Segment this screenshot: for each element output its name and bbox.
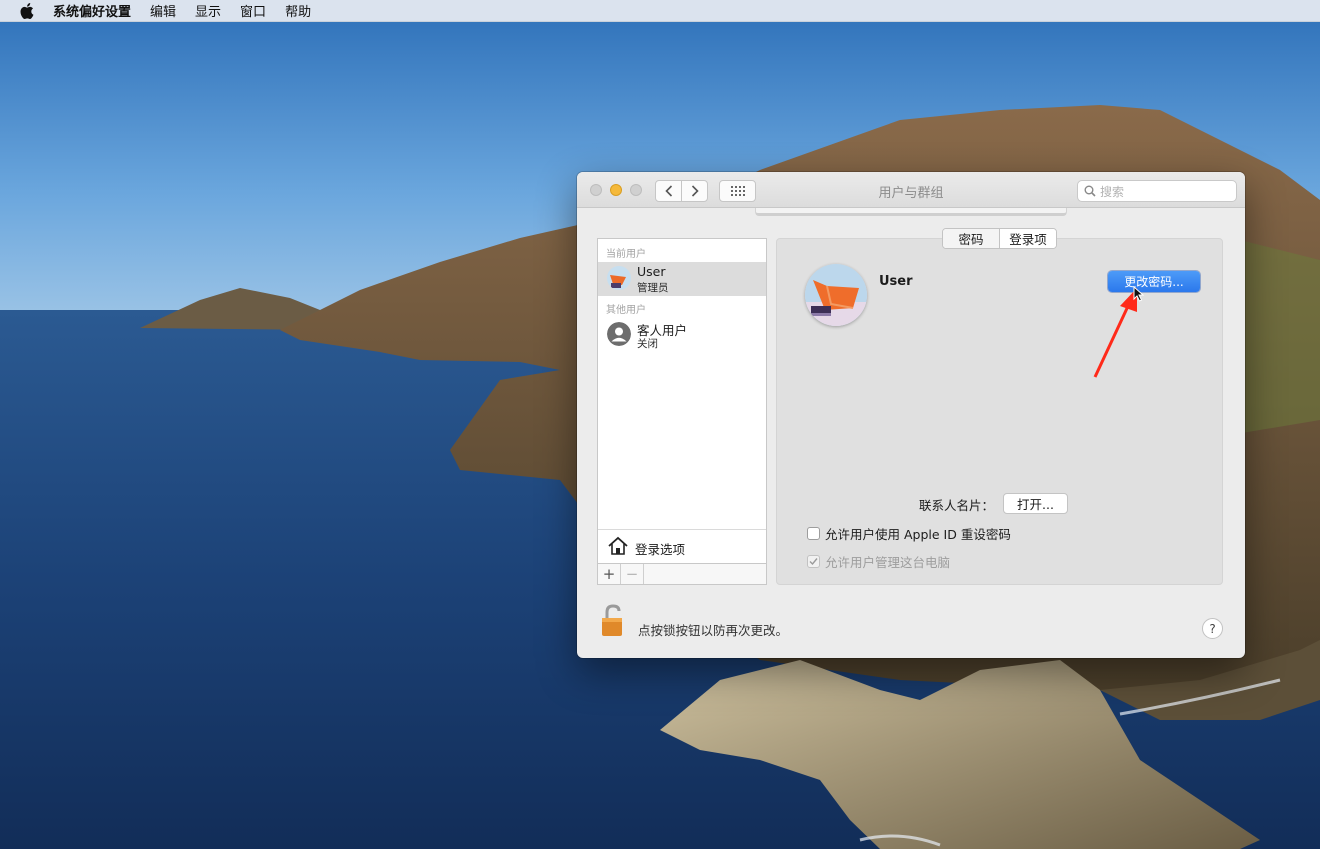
apple-logo-icon[interactable] (20, 2, 36, 19)
menu-edit[interactable]: 编辑 (150, 1, 176, 20)
close-button[interactable] (590, 184, 602, 196)
lock-icon[interactable] (599, 604, 627, 642)
search-placeholder: 搜索 (1100, 184, 1125, 199)
user-list: 当前用户 User 管理员 其他用户 客人用户 关闭 登录选项 + − (597, 238, 767, 585)
help-button[interactable]: ? (1202, 618, 1223, 639)
menu-bar: 系统偏好设置 编辑 显示 窗口 帮助 (0, 0, 1320, 22)
tab-password[interactable]: 密码 (943, 229, 1000, 248)
user-name: User (637, 264, 666, 279)
current-users-label: 当前用户 (606, 249, 646, 260)
zoom-button[interactable] (630, 184, 642, 196)
other-users-label: 其他用户 (606, 305, 646, 316)
search-input[interactable]: 搜索 (1077, 180, 1237, 202)
user-picture[interactable] (805, 264, 867, 326)
back-button[interactable] (655, 180, 682, 202)
title-bar: 用户与群组 搜索 (577, 172, 1245, 208)
tab-login-items[interactable]: 登录项 (1000, 229, 1056, 248)
mouse-cursor-icon (1133, 286, 1145, 302)
minimize-button[interactable] (610, 184, 622, 196)
menu-app-name[interactable]: 系统偏好设置 (53, 1, 131, 20)
apple-id-reset-label: 允许用户使用 Apple ID 重设密码 (825, 527, 1011, 542)
user-role: 管理员 (637, 282, 669, 294)
login-options-item[interactable]: 登录选项 (598, 529, 766, 563)
sheet-edge (755, 208, 1067, 216)
apple-id-reset-row[interactable]: 允许用户使用 Apple ID 重设密码 (807, 524, 1011, 543)
guest-avatar-icon (607, 322, 631, 346)
lock-hint-text: 点按锁按钮以防再次更改。 (638, 623, 789, 638)
guest-status: 关闭 (637, 338, 658, 350)
menu-view[interactable]: 显示 (195, 1, 221, 20)
user-row-guest[interactable]: 客人用户 关闭 (598, 318, 766, 352)
show-all-button[interactable] (719, 180, 756, 202)
checkmark-icon (809, 558, 818, 566)
users-and-groups-window: 用户与群组 搜索 当前用户 User 管理员 其他用户 客人用户 关闭 登录选项… (577, 172, 1245, 658)
allow-admin-checkbox (807, 555, 820, 568)
chevron-right-icon (691, 185, 699, 197)
user-row-current[interactable]: User 管理员 (598, 262, 766, 296)
open-contact-card-button[interactable]: 打开... (1003, 493, 1068, 514)
login-options-label: 登录选项 (635, 542, 686, 557)
house-icon (608, 536, 628, 555)
contact-card-label: 联系人名片： (919, 498, 995, 513)
search-icon (1084, 185, 1096, 197)
allow-admin-label: 允许用户管理这台电脑 (825, 555, 951, 570)
menu-window[interactable]: 窗口 (240, 1, 266, 20)
window-title: 用户与群组 (878, 186, 944, 201)
list-controls: + − (598, 563, 766, 584)
allow-admin-row: 允许用户管理这台电脑 (807, 552, 950, 571)
user-name-heading: User (879, 274, 913, 289)
apple-id-reset-checkbox[interactable] (807, 527, 820, 540)
grid-icon (730, 186, 745, 196)
remove-user-button[interactable]: − (621, 564, 644, 584)
menu-help[interactable]: 帮助 (285, 1, 311, 20)
chevron-left-icon (664, 185, 672, 197)
tab-switcher: 密码 登录项 (942, 228, 1057, 249)
add-user-button[interactable]: + (598, 564, 621, 584)
forward-button[interactable] (681, 180, 708, 202)
avatar (607, 266, 631, 290)
